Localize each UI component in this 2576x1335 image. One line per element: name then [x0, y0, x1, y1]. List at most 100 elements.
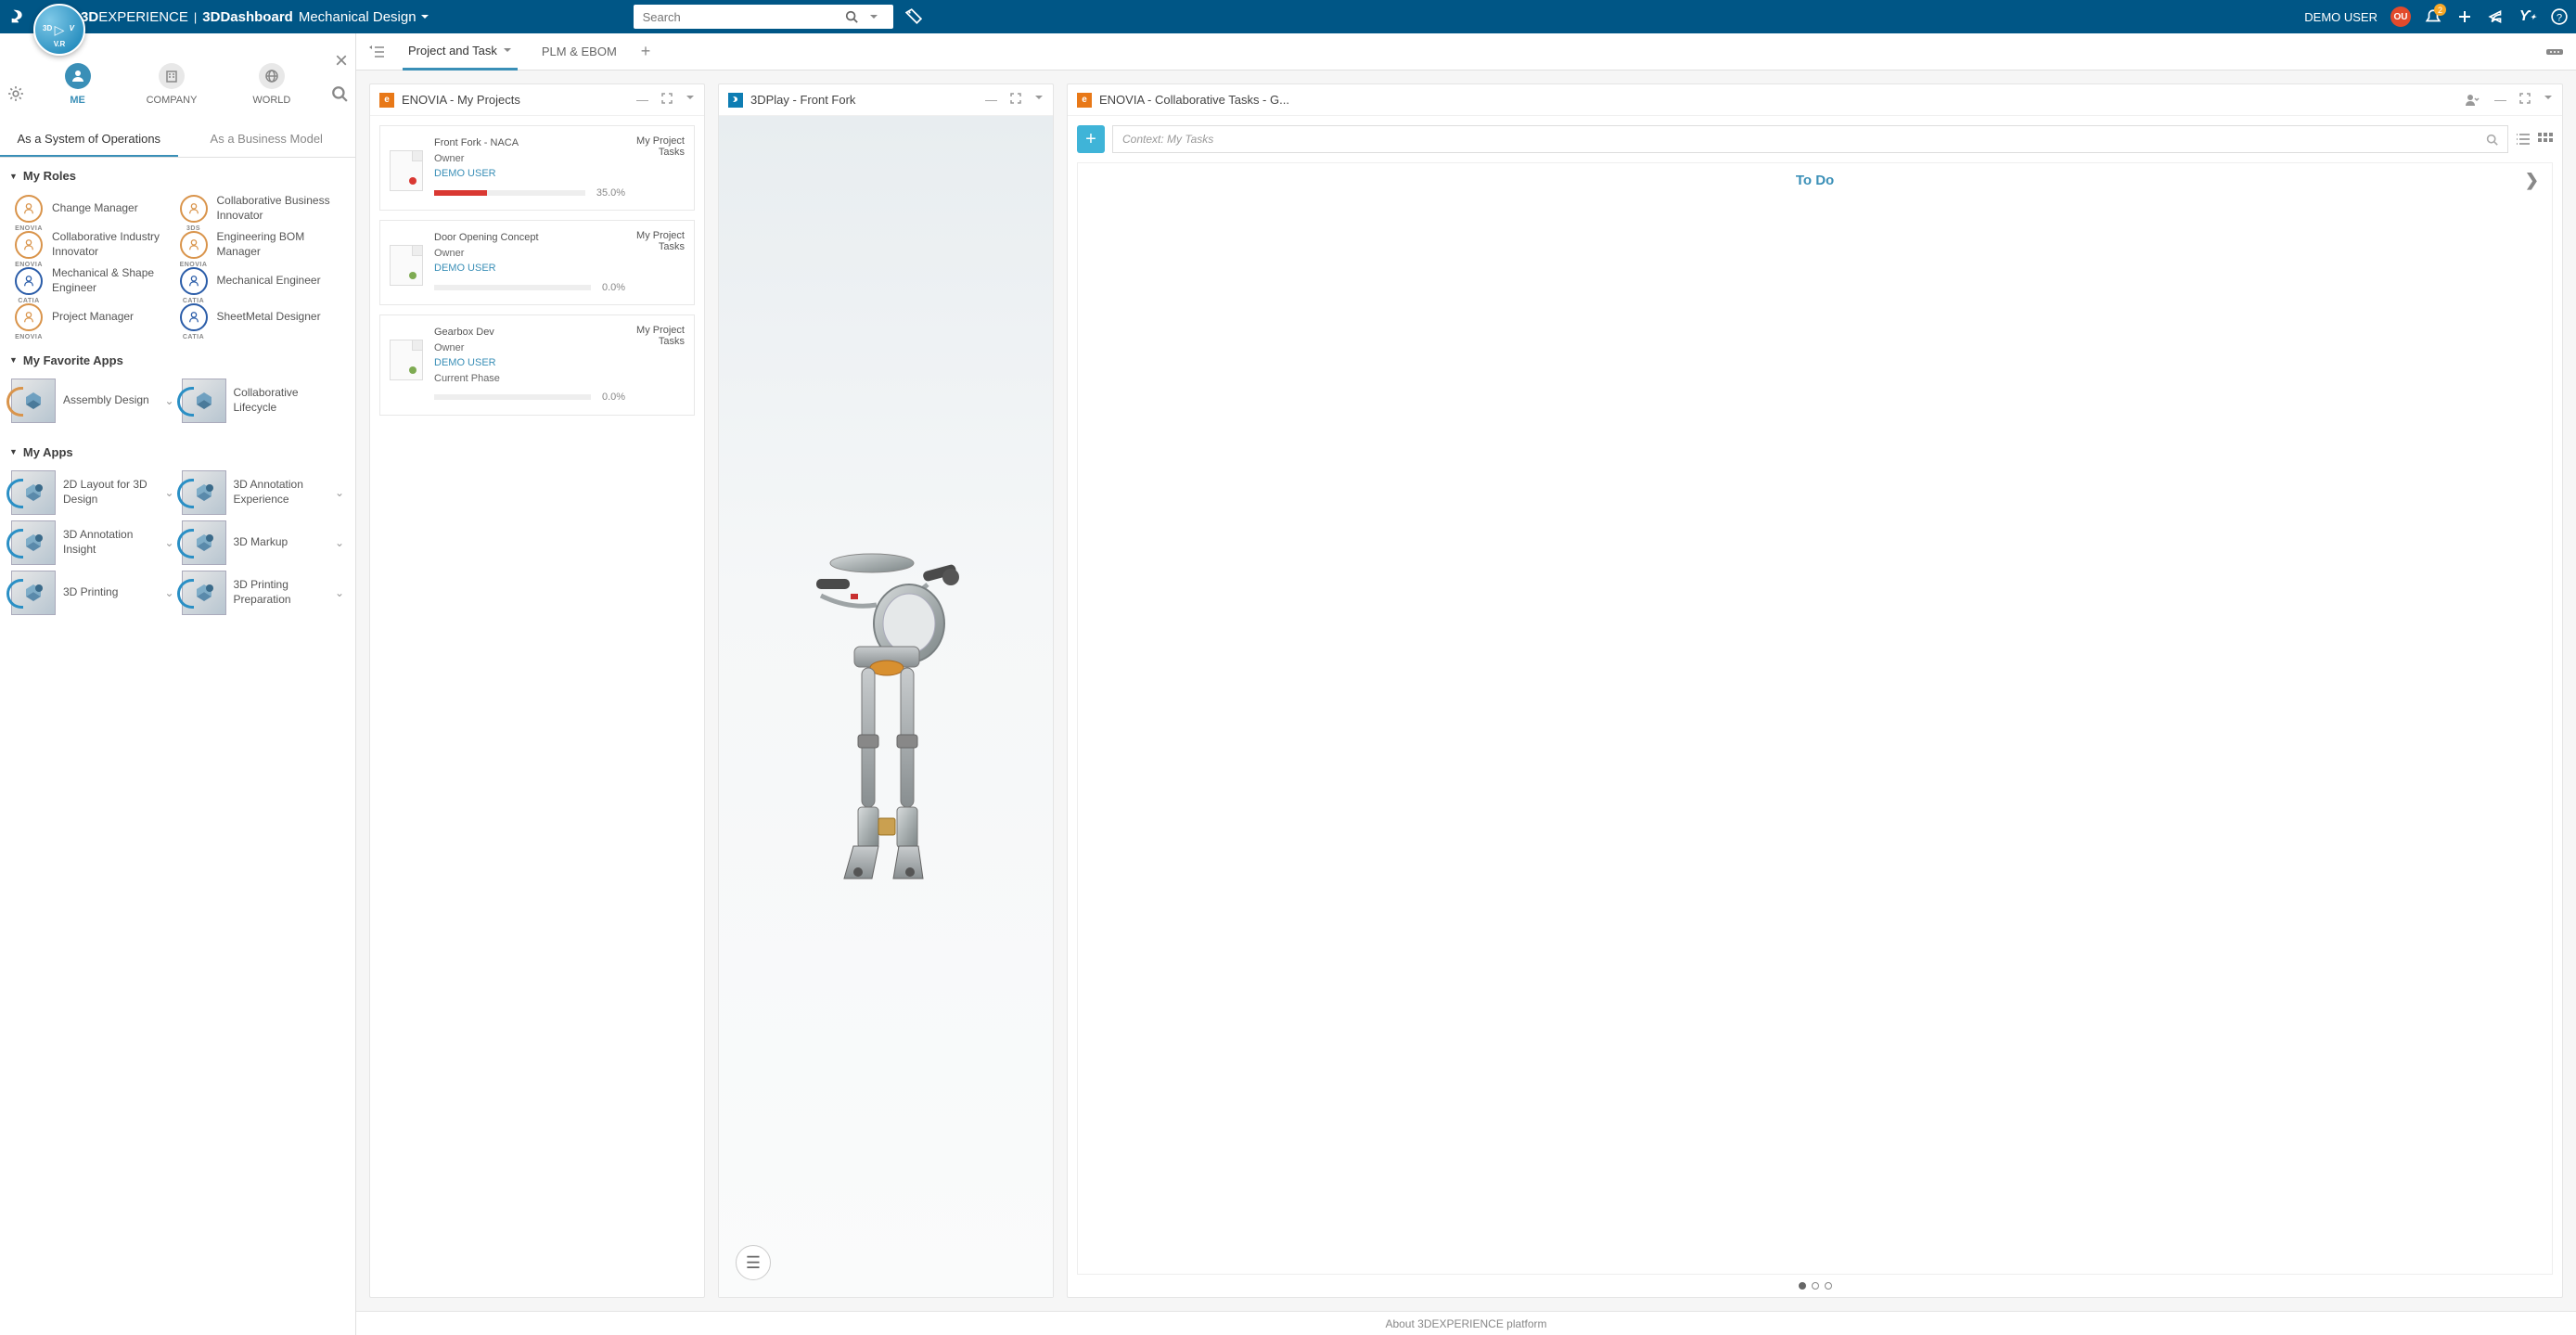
help-icon[interactable]: ? — [2550, 7, 2569, 26]
minimize-icon[interactable]: — — [636, 93, 648, 107]
user-name[interactable]: DEMO USER — [2304, 10, 2377, 24]
minimize-icon[interactable]: — — [985, 93, 997, 107]
expand-icon[interactable] — [2519, 93, 2531, 107]
role-item[interactable]: CATIA Mechanical Engineer — [180, 266, 341, 295]
user-avatar[interactable]: OU — [2390, 6, 2411, 27]
notification-badge: 2 — [2434, 4, 2446, 16]
app-item[interactable]: 3D Printing Preparation ⌄ — [182, 571, 345, 615]
role-item[interactable]: CATIA Mechanical & Shape Engineer — [15, 266, 176, 295]
app-item[interactable]: 3D Annotation Experience ⌄ — [182, 470, 345, 515]
app-label: 3D Printing Preparation — [234, 578, 327, 607]
add-task-button[interactable]: + — [1077, 125, 1105, 153]
chevron-down-icon[interactable]: ⌄ — [335, 586, 344, 599]
add-tab-icon[interactable]: + — [641, 42, 651, 61]
chevron-down-icon[interactable]: ⌄ — [164, 536, 173, 549]
project-tasks-link[interactable]: My ProjectTasks — [636, 230, 685, 295]
project-tasks-link[interactable]: My ProjectTasks — [636, 325, 685, 405]
project-tasks-link[interactable]: My ProjectTasks — [636, 135, 685, 200]
app-item[interactable]: Assembly Design ⌄ — [11, 379, 174, 423]
brand-experience: 3DEXPERIENCE — [81, 9, 188, 25]
tab-project-task[interactable]: Project and Task — [403, 33, 518, 71]
compass-3d-label: 3D — [43, 24, 52, 32]
app-item[interactable]: 3D Printing ⌄ — [11, 571, 174, 615]
role-label: Collaborative Business Innovator — [217, 194, 341, 223]
project-card[interactable]: Gearbox Dev Owner DEMO USER Current Phas… — [379, 314, 695, 416]
scope-world-label: WORLD — [252, 95, 290, 106]
app-item[interactable]: 3D Annotation Insight ⌄ — [11, 520, 174, 565]
search-dropdown-icon[interactable] — [869, 12, 893, 21]
app-item[interactable]: Collaborative Lifecycle — [182, 379, 345, 423]
footer-link[interactable]: About 3DEXPERIENCE platform — [1385, 1317, 1546, 1330]
todo-header[interactable]: To Do ❯ — [1078, 163, 2552, 198]
minimize-icon[interactable]: — — [2494, 93, 2506, 107]
chevron-down-icon[interactable]: ⌄ — [335, 536, 344, 549]
share-icon[interactable] — [2487, 7, 2506, 26]
tab-list-icon[interactable] — [369, 45, 384, 58]
chevron-down-icon[interactable] — [1034, 93, 1044, 107]
tasks-toolbar: + Context: My Tasks — [1068, 116, 2562, 162]
grid-view-icon[interactable] — [2538, 133, 2553, 146]
scope-me[interactable]: ME — [65, 63, 91, 106]
scope-tabs: ME COMPANY WORLD — [7, 63, 348, 106]
search-icon[interactable] — [2486, 134, 2498, 146]
role-icon: ENOVIA — [15, 303, 43, 331]
app-label: 3D Annotation Insight — [63, 528, 157, 557]
chevron-right-icon[interactable]: ❯ — [2525, 171, 2539, 190]
list-view-icon[interactable] — [2516, 133, 2531, 146]
context-input[interactable]: Context: My Tasks — [1112, 125, 2508, 153]
role-item[interactable]: CATIA SheetMetal Designer — [180, 303, 341, 331]
tab-more-icon[interactable] — [2546, 47, 2563, 57]
app-icon — [182, 520, 226, 565]
project-card[interactable]: Front Fork - NACA Owner DEMO USER 35.0% … — [379, 125, 695, 211]
subtab-operations[interactable]: As a System of Operations — [0, 122, 178, 157]
search-icon[interactable] — [845, 10, 869, 23]
app-item[interactable]: 2D Layout for 3D Design ⌄ — [11, 470, 174, 515]
tab-plm-ebom[interactable]: PLM & EBOM — [536, 33, 622, 71]
compass[interactable]: 3D V V.R — [33, 4, 85, 56]
svg-text:?: ? — [2557, 13, 2562, 24]
sidebar-search-icon[interactable] — [331, 85, 348, 102]
close-sidebar-icon[interactable]: × — [335, 48, 348, 74]
subtab-business[interactable]: As a Business Model — [178, 122, 356, 157]
project-info: Front Fork - NACA Owner DEMO USER 35.0% — [434, 135, 625, 200]
viewer-menu-icon[interactable]: ☰ — [736, 1245, 771, 1280]
3ds-logo[interactable] — [7, 6, 30, 28]
role-item[interactable]: 3DS Collaborative Business Innovator — [180, 194, 341, 223]
role-item[interactable]: ENOVIA Collaborative Industry Innovator — [15, 230, 176, 259]
section-fav-apps[interactable]: My Favorite Apps — [0, 342, 355, 379]
role-label: Engineering BOM Manager — [217, 230, 341, 259]
notifications-icon[interactable]: 2 — [2424, 7, 2442, 26]
search-input[interactable] — [634, 10, 845, 24]
person-icon[interactable] — [2465, 93, 2480, 108]
pager-dot-1[interactable] — [1799, 1282, 1806, 1290]
compass-vr-label: V.R — [54, 40, 66, 48]
scope-company[interactable]: COMPANY — [147, 63, 198, 106]
project-card[interactable]: Door Opening Concept Owner DEMO USER 0.0… — [379, 220, 695, 305]
3d-viewer[interactable]: ☰ — [719, 116, 1053, 1297]
pager-dot-2[interactable] — [1812, 1282, 1819, 1290]
role-item[interactable]: ENOVIA Change Manager — [15, 194, 176, 223]
3ds-icon — [728, 93, 743, 108]
app-item[interactable]: 3D Markup ⌄ — [182, 520, 345, 565]
role-item[interactable]: ENOVIA Project Manager — [15, 303, 176, 331]
scope-world[interactable]: WORLD — [252, 63, 290, 106]
global-search[interactable] — [634, 5, 893, 29]
section-my-roles[interactable]: My Roles — [0, 158, 355, 194]
gear-icon[interactable] — [7, 85, 24, 102]
chevron-down-icon[interactable] — [686, 93, 695, 107]
chevron-down-icon[interactable]: ⌄ — [335, 486, 344, 499]
chevron-down-icon[interactable]: ⌄ — [164, 486, 173, 499]
pager-dot-3[interactable] — [1825, 1282, 1832, 1290]
home-icon[interactable]: Ƴ✦ — [2518, 7, 2537, 26]
dashboard-dropdown[interactable]: Mechanical Design — [299, 9, 429, 25]
chevron-down-icon[interactable] — [2544, 93, 2553, 107]
section-my-apps[interactable]: My Apps — [0, 434, 355, 470]
add-icon[interactable] — [2455, 7, 2474, 26]
chevron-down-icon[interactable]: ⌄ — [164, 394, 173, 407]
tag-icon[interactable] — [904, 7, 923, 26]
expand-icon[interactable] — [661, 93, 673, 107]
project-thumbnail — [390, 150, 423, 191]
expand-icon[interactable] — [1010, 93, 1021, 107]
role-item[interactable]: ENOVIA Engineering BOM Manager — [180, 230, 341, 259]
chevron-down-icon[interactable]: ⌄ — [164, 586, 173, 599]
